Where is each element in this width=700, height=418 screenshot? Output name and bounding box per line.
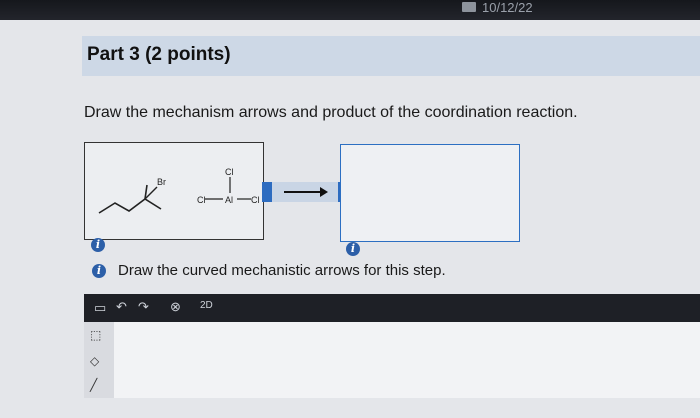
new-doc-icon[interactable]: ▭ xyxy=(94,300,106,316)
chlorine-right: Cl xyxy=(251,195,260,205)
monitor-bezel xyxy=(0,0,700,22)
clear-icon[interactable]: ⊗ xyxy=(170,299,181,315)
info-icon-reactant[interactable]: i xyxy=(91,238,105,252)
drawing-toolbar: ▭ ↶ ↷ ⊗ 2D xyxy=(84,294,700,322)
alkyl-chain-bond xyxy=(98,198,162,214)
aluminum-atom: Al xyxy=(225,195,233,205)
reactant-structures: Br Cl Al Cl Cl xyxy=(98,167,260,214)
taskbar-date: 10/12/22 xyxy=(462,0,533,15)
bromine-atom: Br xyxy=(157,177,166,187)
info-icon-hint[interactable]: i xyxy=(92,264,106,278)
info-icon-product[interactable]: i xyxy=(346,242,360,256)
question-instruction: Draw the mechanism arrows and product of… xyxy=(84,104,578,121)
date-text: 10/12/22 xyxy=(482,0,533,15)
calendar-icon xyxy=(462,2,476,12)
chlorine-top: Cl xyxy=(225,167,234,177)
drawing-canvas[interactable] xyxy=(84,322,700,398)
reaction-arrow-icon xyxy=(284,187,328,197)
2d-template-icon[interactable]: 2D xyxy=(200,300,213,311)
undo-icon[interactable]: ↶ xyxy=(116,299,127,315)
part-title: Part 3 (2 points) xyxy=(87,44,231,65)
side-toolbar: ⬚ ◇ ╱ xyxy=(84,322,114,398)
redo-icon[interactable]: ↷ xyxy=(138,299,149,315)
hint-text: Draw the curved mechanistic arrows for t… xyxy=(118,262,446,279)
eraser-icon[interactable]: ◇ xyxy=(90,354,108,368)
bond-icon[interactable]: ╱ xyxy=(90,378,108,392)
product-panel[interactable] xyxy=(340,144,520,242)
select-icon[interactable]: ⬚ xyxy=(90,328,108,342)
chlorine-left: Cl xyxy=(197,195,206,205)
reactant-panel[interactable]: Br Cl Al Cl Cl xyxy=(84,142,264,240)
